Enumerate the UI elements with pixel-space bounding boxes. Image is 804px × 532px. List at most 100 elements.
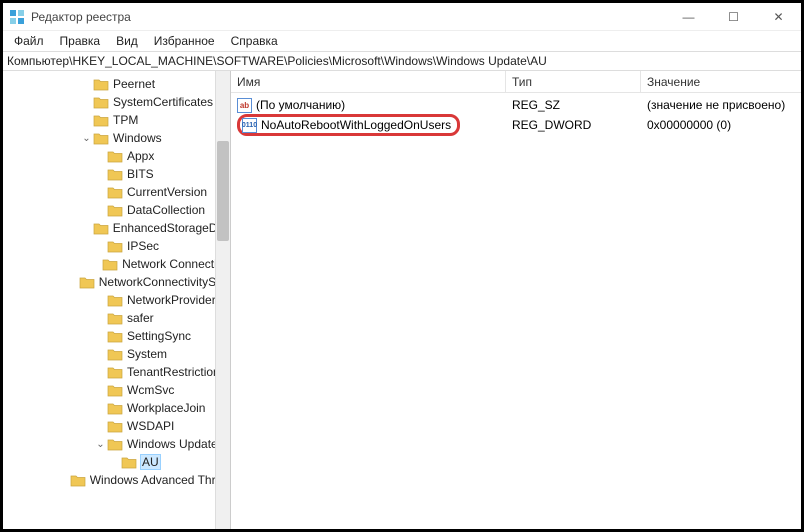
folder-icon	[107, 420, 123, 433]
dword-value-icon: 0110	[242, 118, 257, 133]
tree-spacer	[95, 421, 106, 432]
folder-icon	[107, 186, 123, 199]
tree-spacer	[95, 313, 106, 324]
tree-node[interactable]: Appx	[3, 147, 230, 165]
tree-spacer	[95, 205, 106, 216]
chevron-down-icon[interactable]: ⌄	[95, 439, 106, 450]
tree-node[interactable]: BITS	[3, 165, 230, 183]
scrollbar-thumb[interactable]	[217, 141, 229, 241]
titlebar[interactable]: Редактор реестра — ☐ ✕	[3, 3, 801, 31]
tree-spacer	[81, 223, 92, 234]
tree-node-label: TenantRestrictions	[127, 365, 226, 379]
minimize-button[interactable]: —	[666, 3, 711, 31]
value-name: NoAutoRebootWithLoggedOnUsers	[261, 118, 451, 132]
value-data: 0x00000000 (0)	[641, 118, 801, 132]
tree-spacer	[58, 475, 69, 486]
folder-icon	[107, 168, 123, 181]
tree-node[interactable]: DataCollection	[3, 201, 230, 219]
folder-icon	[121, 456, 137, 469]
tree-spacer	[95, 349, 106, 360]
value-type: REG_DWORD	[506, 118, 641, 132]
folder-icon	[107, 438, 123, 451]
tree-node[interactable]: EnhancedStorageDevices	[3, 219, 230, 237]
folder-icon	[107, 384, 123, 397]
vertical-scrollbar[interactable]	[215, 71, 230, 529]
tree-node[interactable]: WSDAPI	[3, 417, 230, 435]
tree-node-label: WSDAPI	[127, 419, 174, 433]
value-row[interactable]: 0110 NoAutoRebootWithLoggedOnUsers REG_DWO…	[231, 115, 801, 135]
tree-node[interactable]: SystemCertificates	[3, 93, 230, 111]
tree-node[interactable]: AU	[3, 453, 230, 471]
value-row[interactable]: ab(По умолчанию)REG_SZ(значение не присв…	[231, 95, 801, 115]
tree-node[interactable]: WcmSvc	[3, 381, 230, 399]
tree-node[interactable]: NetworkConnectivityStatusIndicator	[3, 273, 230, 291]
folder-icon	[107, 330, 123, 343]
window-title: Редактор реестра	[31, 10, 131, 24]
tree-node[interactable]: SettingSync	[3, 327, 230, 345]
tree-node[interactable]: TPM	[3, 111, 230, 129]
tree-node-label: EnhancedStorageDevices	[113, 221, 230, 235]
maximize-icon: ☐	[728, 10, 739, 24]
folder-icon	[107, 348, 123, 361]
tree-spacer	[95, 241, 106, 252]
folder-icon	[93, 114, 109, 127]
app-icon	[9, 9, 25, 25]
folder-icon	[102, 258, 118, 271]
folder-icon	[107, 204, 123, 217]
tree-node[interactable]: Windows Advanced Threat Protection	[3, 471, 230, 489]
folder-icon	[107, 150, 123, 163]
tree-spacer	[90, 259, 101, 270]
menu-view[interactable]: Вид	[109, 32, 145, 50]
address-bar[interactable]: Компьютер\HKEY_LOCAL_MACHINE\SOFTWARE\Po…	[3, 51, 801, 71]
tree-node[interactable]: System	[3, 345, 230, 363]
tree-node-label: Appx	[127, 149, 154, 163]
tree-spacer	[95, 187, 106, 198]
folder-icon	[93, 78, 109, 91]
tree-spacer	[95, 331, 106, 342]
menu-favorites[interactable]: Избранное	[147, 32, 222, 50]
tree-spacer	[67, 277, 78, 288]
tree-node-label: System	[127, 347, 167, 361]
tree-node[interactable]: NetworkProvider	[3, 291, 230, 309]
folder-icon	[70, 474, 86, 487]
tree-node-label: Windows	[113, 131, 162, 145]
tree-node-label: BITS	[127, 167, 154, 181]
folder-icon	[107, 240, 123, 253]
tree-node[interactable]: Network Connections	[3, 255, 230, 273]
tree-pane: Peernet SystemCertificates TPM ⌄ Windows Appx…	[3, 71, 231, 529]
tree-spacer	[109, 457, 120, 468]
tree-node[interactable]: safer	[3, 309, 230, 327]
tree-node-label: SystemCertificates	[113, 95, 213, 109]
tree-node[interactable]: IPSec	[3, 237, 230, 255]
menu-edit[interactable]: Правка	[53, 32, 108, 50]
column-type[interactable]: Тип	[506, 71, 641, 92]
tree-node[interactable]: WorkplaceJoin	[3, 399, 230, 417]
column-name[interactable]: Имя	[231, 71, 506, 92]
tree-node[interactable]: CurrentVersion	[3, 183, 230, 201]
tree-node[interactable]: ⌄ Windows	[3, 129, 230, 147]
menu-file[interactable]: Файл	[7, 32, 51, 50]
tree-spacer	[81, 115, 92, 126]
tree-node-label: Network Connections	[122, 257, 230, 271]
maximize-button[interactable]: ☐	[711, 3, 756, 31]
tree-node[interactable]: TenantRestrictions	[3, 363, 230, 381]
tree-node-label: CurrentVersion	[127, 185, 207, 199]
column-value[interactable]: Значение	[641, 71, 801, 92]
close-button[interactable]: ✕	[756, 3, 801, 31]
tree-node-label: WorkplaceJoin	[127, 401, 205, 415]
chevron-down-icon[interactable]: ⌄	[81, 133, 92, 144]
value-name: (По умолчанию)	[256, 98, 345, 112]
tree-node-label: NetworkProvider	[127, 293, 216, 307]
folder-icon	[93, 96, 109, 109]
tree-node-label: safer	[127, 311, 154, 325]
string-value-icon: ab	[237, 98, 252, 113]
tree-node-label: SettingSync	[127, 329, 191, 343]
tree-node[interactable]: ⌄Windows Update	[3, 435, 230, 453]
tree-node[interactable]: Peernet	[3, 75, 230, 93]
folder-icon	[107, 366, 123, 379]
menu-help[interactable]: Справка	[224, 32, 285, 50]
list-header: Имя Тип Значение	[231, 71, 801, 93]
tree-node-label: WcmSvc	[127, 383, 174, 397]
value-type: REG_SZ	[506, 98, 641, 112]
tree-node-label: DataCollection	[127, 203, 205, 217]
